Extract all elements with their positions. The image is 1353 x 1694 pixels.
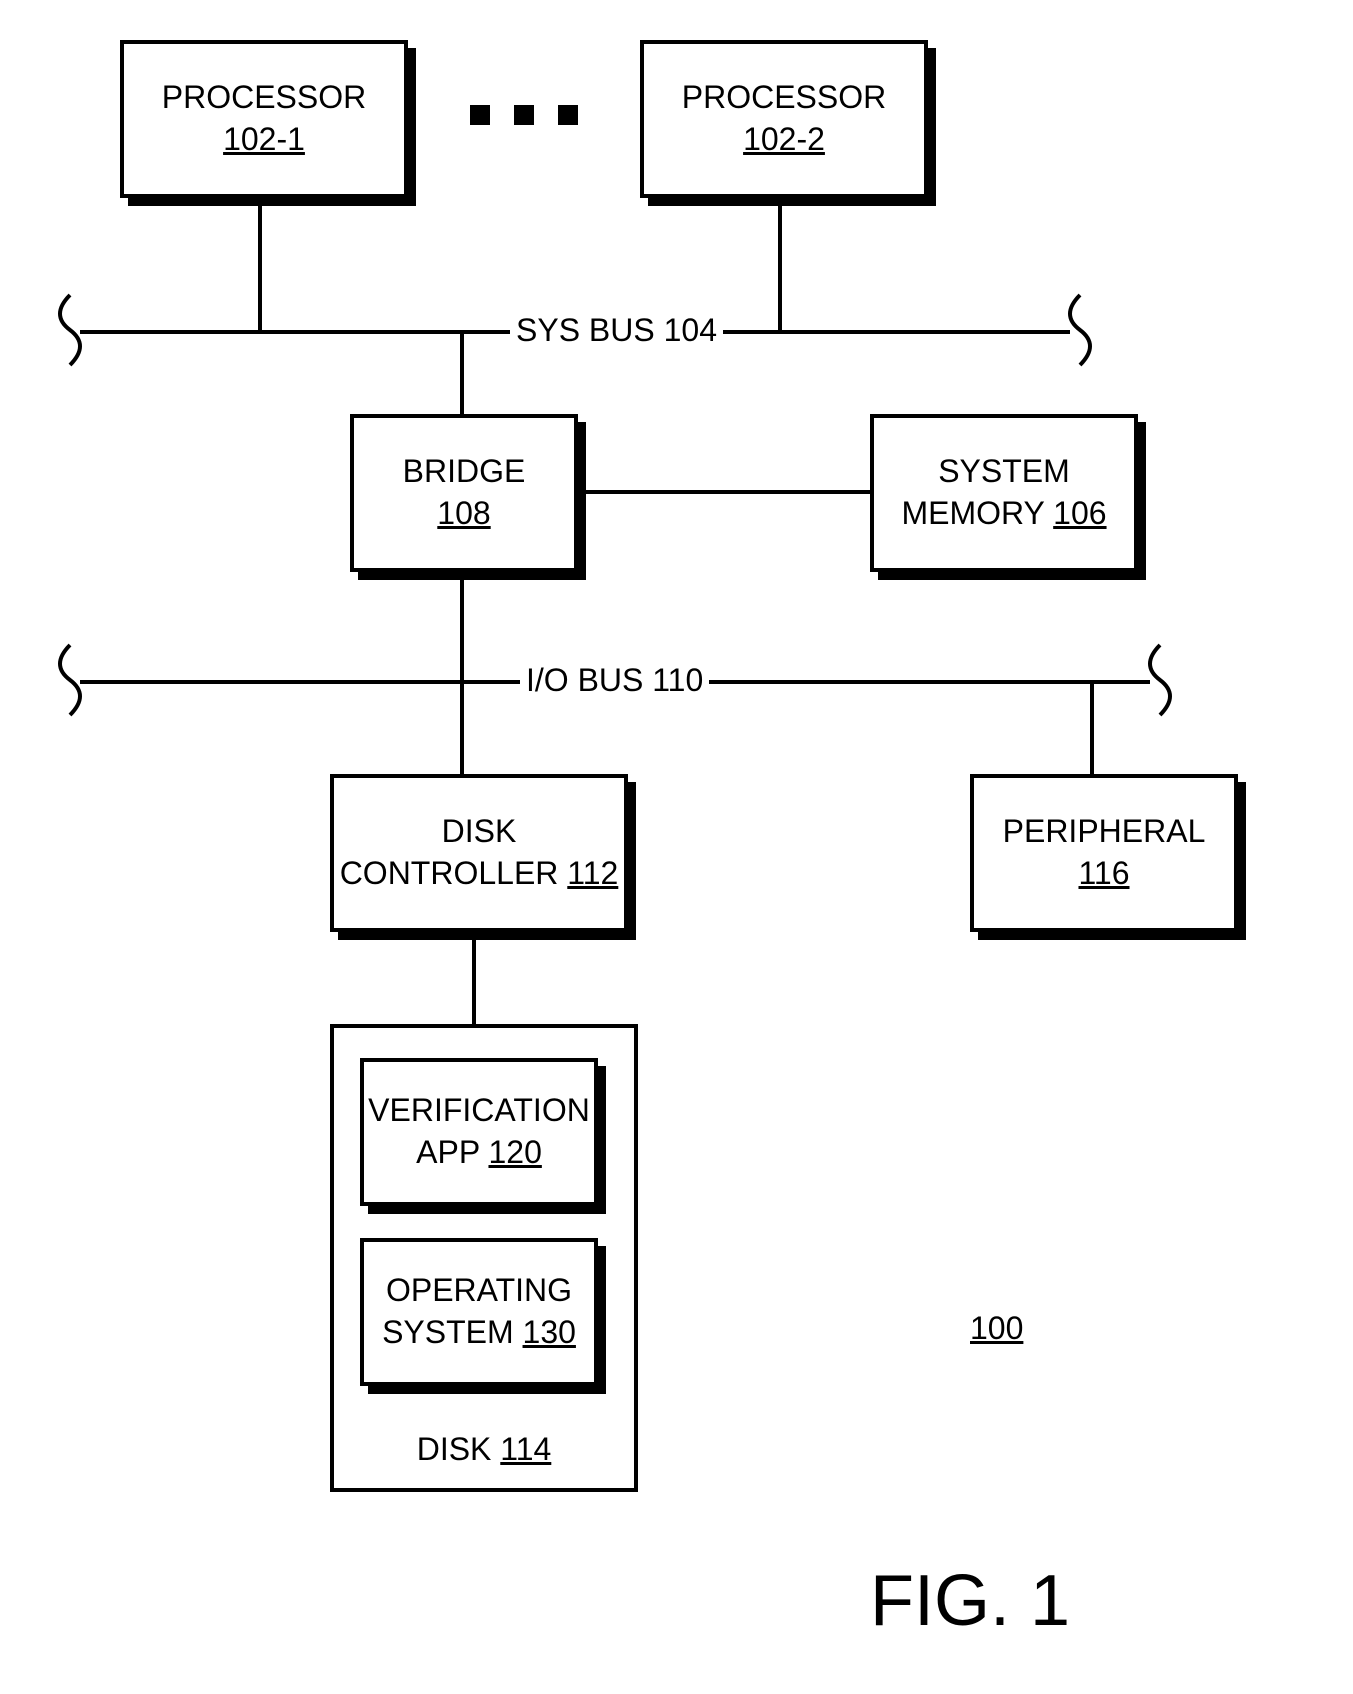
block-peripheral-ref: 116 <box>1078 853 1129 895</box>
diagram-canvas: PROCESSOR 102-1 PROCESSOR 102-2 SYS BUS … <box>0 0 1353 1694</box>
block-system-memory-ref: 106 <box>1053 495 1106 531</box>
block-operating-system-line2: SYSTEM 130 <box>382 1312 576 1354</box>
figure-ref: 100 <box>970 1310 1023 1347</box>
connector <box>472 934 476 1024</box>
block-disk-label-row: DISK 114 <box>334 1431 634 1468</box>
block-disk-controller-line2-text: CONTROLLER <box>340 855 559 891</box>
block-processor-1: PROCESSOR 102-1 <box>120 40 408 198</box>
sys-bus-label: SYS BUS 104 <box>510 312 723 349</box>
block-system-memory: SYSTEM MEMORY 106 <box>870 414 1138 572</box>
block-peripheral: PERIPHERAL 116 <box>970 774 1238 932</box>
bus-break-icon <box>1135 640 1185 720</box>
dot <box>470 105 490 125</box>
connector <box>1090 684 1094 774</box>
block-processor-1-ref: 102-1 <box>223 119 305 161</box>
block-operating-system: OPERATING SYSTEM 130 <box>360 1238 598 1386</box>
block-bridge: BRIDGE 108 <box>350 414 578 572</box>
block-bridge-ref: 108 <box>437 493 490 535</box>
bus-break-icon <box>1055 290 1105 370</box>
bus-break-icon <box>45 290 95 370</box>
block-verification-app-ref: 120 <box>488 1134 541 1170</box>
block-disk-controller-line2: CONTROLLER 112 <box>340 853 619 895</box>
block-bridge-label: BRIDGE <box>403 451 526 493</box>
block-disk-controller-line1: DISK <box>442 811 517 853</box>
figure-caption: FIG. 1 <box>870 1560 1070 1642</box>
connector <box>460 334 464 414</box>
block-processor-1-label: PROCESSOR <box>162 77 366 119</box>
block-verification-app: VERIFICATION APP 120 <box>360 1058 598 1206</box>
connector <box>460 574 464 680</box>
block-system-memory-line1: SYSTEM <box>938 451 1070 493</box>
block-verification-app-line2: APP 120 <box>416 1132 542 1174</box>
block-disk-container: VERIFICATION APP 120 OPERATING SYSTEM 13… <box>330 1024 638 1492</box>
block-operating-system-ref: 130 <box>523 1314 576 1350</box>
bus-break-icon <box>45 640 95 720</box>
dot <box>558 105 578 125</box>
block-verification-app-line1: VERIFICATION <box>368 1090 590 1132</box>
block-operating-system-line2-text: SYSTEM <box>382 1314 514 1350</box>
block-disk-controller-ref: 112 <box>567 855 618 891</box>
ellipsis-dots <box>470 105 578 125</box>
io-bus-label: I/O BUS 110 <box>520 662 709 699</box>
connector <box>778 200 782 330</box>
block-peripheral-label: PERIPHERAL <box>1003 811 1206 853</box>
block-disk-label: DISK <box>417 1431 492 1467</box>
block-disk-ref: 114 <box>500 1431 551 1467</box>
connector <box>460 684 464 774</box>
connector <box>582 490 870 494</box>
block-system-memory-line2: MEMORY 106 <box>901 493 1106 535</box>
block-operating-system-line1: OPERATING <box>386 1270 572 1312</box>
block-disk-controller: DISK CONTROLLER 112 <box>330 774 628 932</box>
block-system-memory-line2-text: MEMORY <box>901 495 1044 531</box>
dot <box>514 105 534 125</box>
block-processor-2: PROCESSOR 102-2 <box>640 40 928 198</box>
block-processor-2-label: PROCESSOR <box>682 77 886 119</box>
block-verification-app-line2-text: APP <box>416 1134 479 1170</box>
connector <box>258 200 262 330</box>
block-processor-2-ref: 102-2 <box>743 119 825 161</box>
